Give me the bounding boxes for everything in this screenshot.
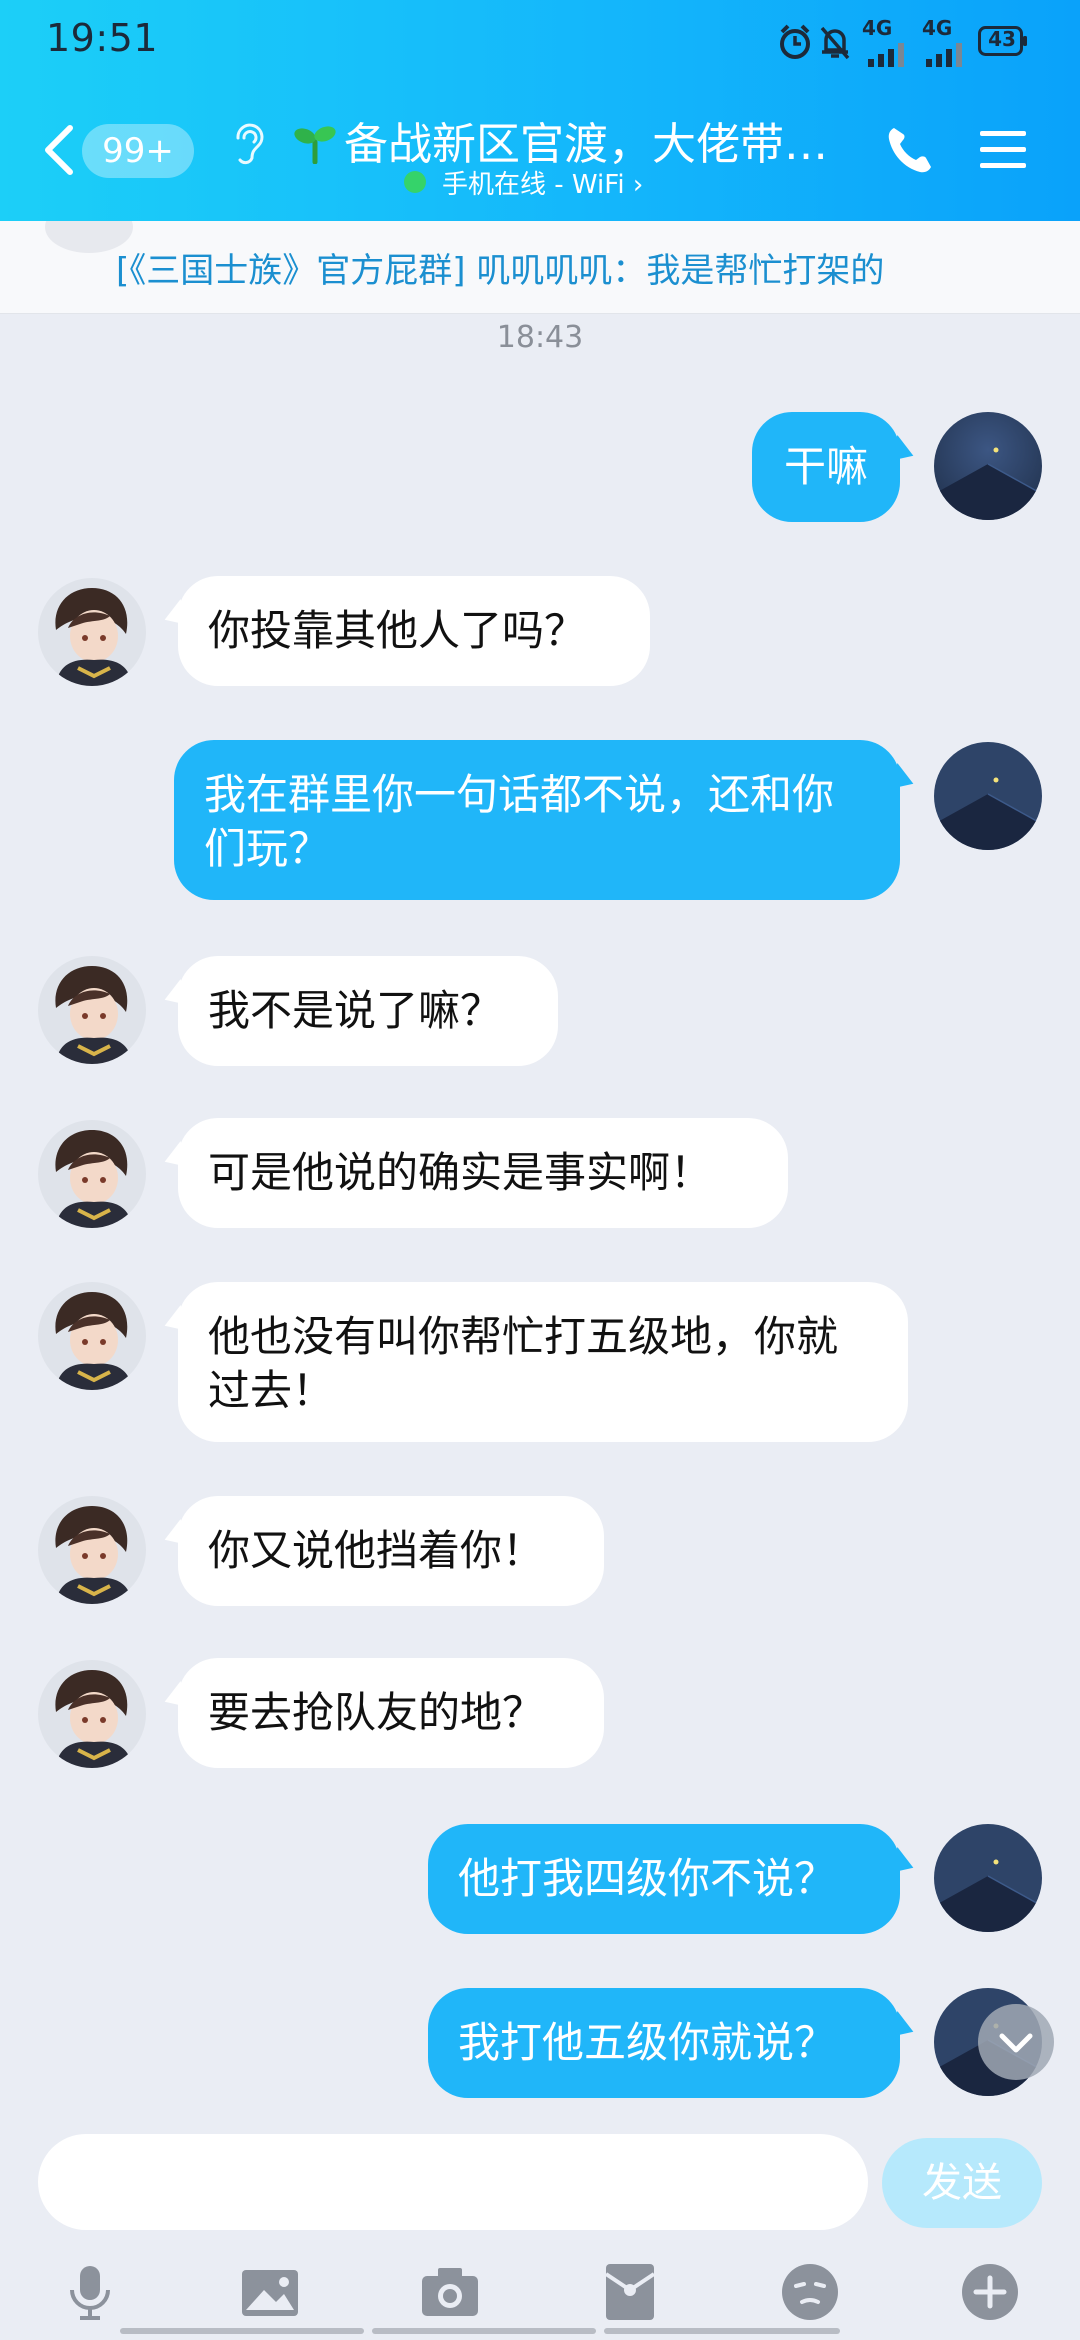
contact-avatar[interactable] — [38, 1660, 146, 1768]
outgoing-message-bubble[interactable]: 干嘛 — [752, 412, 900, 522]
incoming-message-bubble[interactable]: 你又说他挡着你！ — [178, 1496, 604, 1606]
incoming-message-bubble[interactable]: 要去抢队友的地？ — [178, 1658, 604, 1768]
unread-count-badge[interactable]: 99+ — [82, 124, 194, 178]
phone-call-icon[interactable] — [884, 124, 934, 176]
outgoing-message-bubble[interactable]: 我在群里你一句话都不说，还和你们玩？ — [174, 740, 900, 900]
status-bar: 19:51 4G 4G 43 — [0, 0, 1080, 84]
signal-icon-1 — [868, 43, 904, 67]
contact-avatar[interactable] — [38, 956, 146, 1064]
message-input[interactable] — [38, 2134, 868, 2230]
scroll-to-bottom-button[interactable] — [978, 2004, 1054, 2080]
chat-header: 19:51 4G 4G 43 99+ 备战新区官渡，大佬带… 手机在线 - Wi… — [0, 0, 1080, 221]
outgoing-message-bubble[interactable]: 他打我四级你不说？ — [428, 1824, 900, 1934]
emoji-icon[interactable] — [778, 2260, 842, 2324]
battery-level: 43 — [988, 27, 1016, 51]
pinned-notice-text: [《三国士族》官方屁群] 叽叽叽叽：我是帮忙打架的 — [116, 251, 885, 291]
incoming-message-bubble[interactable]: 可是他说的确实是事实啊！ — [178, 1118, 788, 1228]
chat-title[interactable]: 备战新区官渡，大佬带… — [344, 108, 844, 172]
camera-icon[interactable] — [418, 2260, 482, 2324]
chevron-down-icon — [999, 2033, 1033, 2053]
contact-avatar[interactable] — [38, 1496, 146, 1604]
red-packet-icon[interactable] — [598, 2260, 662, 2324]
chat-subtitle[interactable]: 手机在线 - WiFi › — [442, 164, 643, 201]
contact-avatar[interactable] — [38, 1282, 146, 1390]
incoming-message-bubble[interactable]: 我不是说了嘛？ — [178, 956, 558, 1066]
contact-avatar[interactable] — [38, 1120, 146, 1228]
sprout-icon — [294, 126, 336, 164]
pinned-notice-bar[interactable]: [《三国士族》官方屁群] 叽叽叽叽：我是帮忙打架的 — [0, 221, 1080, 314]
online-status-dot — [404, 171, 426, 193]
signal-icon-2 — [926, 43, 962, 67]
mute-bell-icon — [820, 26, 850, 60]
message-timestamp: 18:43 — [496, 320, 584, 355]
microphone-icon[interactable] — [58, 2260, 122, 2324]
image-icon[interactable] — [238, 2260, 302, 2324]
alarm-icon — [780, 24, 810, 59]
outgoing-message-bubble[interactable]: 我打他五级你就说？ — [428, 1988, 900, 2098]
contact-avatar[interactable] — [38, 578, 146, 686]
self-avatar[interactable] — [934, 412, 1042, 520]
incoming-message-bubble[interactable]: 他也没有叫你帮忙打五级地，你就过去！ — [178, 1282, 908, 1442]
self-avatar[interactable] — [934, 1824, 1042, 1932]
self-avatar[interactable] — [934, 742, 1042, 850]
earpiece-mode-icon[interactable] — [228, 120, 268, 168]
menu-icon[interactable] — [978, 128, 1028, 172]
home-indicator — [120, 2328, 960, 2334]
send-button[interactable]: 发送 — [882, 2138, 1042, 2228]
plus-icon[interactable] — [958, 2260, 1022, 2324]
incoming-message-bubble[interactable]: 你投靠其他人了吗？ — [178, 576, 650, 686]
back-button[interactable] — [38, 120, 78, 180]
status-time: 19:51 — [46, 16, 159, 60]
